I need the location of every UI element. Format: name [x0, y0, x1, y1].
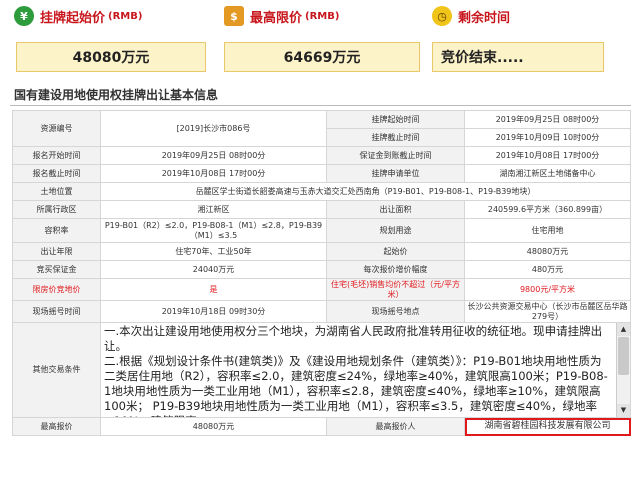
district-label: 所属行政区	[12, 200, 101, 219]
planned-use-value: 住宅用地	[464, 218, 631, 243]
reg-end-label: 报名截止时间	[12, 164, 101, 183]
planned-use-label: 规划用途	[326, 218, 465, 243]
district-value: 湘江新区	[100, 200, 327, 219]
coin-icon: ¥	[14, 6, 34, 26]
remaining-time-value: 竞价结束.....	[441, 50, 524, 66]
limited-price-label: 限房价竞地价	[12, 278, 101, 301]
area-value: 240599.6平方米（360.899亩）	[464, 200, 631, 219]
listing-end-time-value: 2019年10月09日 10时00分	[464, 128, 631, 147]
max-price-value: 64669万元	[283, 50, 361, 66]
highest-bidder-label: 最高报价人	[326, 417, 465, 436]
limited-price-value: 是	[100, 278, 327, 301]
max-price-unit: (RMB)	[305, 10, 340, 22]
start-price-label: 挂牌起始价	[40, 10, 106, 26]
money-stack-icon: $	[224, 6, 244, 26]
highest-bidder-value: 湖南省碧桂园科技发展有限公司	[464, 417, 631, 436]
location-value: 岳麓区学士街道长韶娄高速与玉赤大道交汇处西南角（P19-B01、P19-B08-…	[100, 182, 631, 201]
listing-end-time-label: 挂牌截止时间	[326, 128, 465, 147]
remaining-time-header: ◷ 剩余时间	[432, 6, 510, 26]
deposit-deadline-value: 2019年10月08日 17时00分	[464, 146, 631, 165]
start-price-row-label: 起始价	[326, 242, 465, 261]
highest-bid-label: 最高报价	[12, 417, 101, 436]
resource-no-label: 资源编号	[12, 110, 101, 147]
applicant-label: 挂牌申请单位	[326, 164, 465, 183]
section-title: 国有建设用地使用权挂牌出让基本信息	[14, 88, 219, 102]
start-price-value: 48080万元	[72, 50, 150, 66]
scroll-thumb[interactable]	[618, 337, 629, 375]
term-value: 住宅70年、工业50年	[100, 242, 327, 261]
draw-place-value: 长沙公共资源交易中心（长沙市岳麓区岳华路279号）	[464, 300, 631, 323]
far-label: 容积率	[12, 218, 101, 243]
reg-start-value: 2019年09月25日 08时00分	[100, 146, 327, 165]
draw-place-label: 现场摇号地点	[326, 300, 465, 323]
land-info-table: 资源编号 [2019]长沙市086号 挂牌起始时间 2019年09月25日 08…	[12, 110, 631, 436]
scroll-up-icon[interactable]: ▲	[617, 323, 630, 336]
other-terms-textarea[interactable]: 一.本次出让建设用地使用权分三个地块，为湖南省人民政府批准转用征收的统征地。现申…	[102, 324, 615, 417]
remaining-time-box: 竞价结束.....	[432, 42, 604, 72]
other-terms-cell: 一.本次出让建设用地使用权分三个地块，为湖南省人民政府批准转用征收的统征地。现申…	[100, 322, 631, 418]
increment-value: 480万元	[464, 260, 631, 279]
resource-no-value: [2019]长沙市086号	[100, 110, 327, 147]
house-price-cap-label: 住宅(毛坯)销售均价不超过（元/平方米）	[326, 278, 465, 301]
other-terms-scrollbar[interactable]: ▲ ▼	[616, 323, 630, 417]
start-price-unit: (RMB)	[108, 10, 143, 22]
area-label: 出让面积	[326, 200, 465, 219]
start-price-box: 48080万元	[16, 42, 206, 72]
draw-time-label: 现场摇号时间	[12, 300, 101, 323]
highest-bid-value: 48080万元	[100, 417, 327, 436]
reg-end-value: 2019年10月08日 17时00分	[100, 164, 327, 183]
start-price-header: ¥ 挂牌起始价 (RMB)	[14, 6, 142, 26]
applicant-value: 湖南湘江新区土地储备中心	[464, 164, 631, 183]
listing-start-time-value: 2019年09月25日 08时00分	[464, 110, 631, 129]
bond-value: 24040万元	[100, 260, 327, 279]
remaining-time-label: 剩余时间	[458, 10, 511, 26]
listing-start-time-label: 挂牌起始时间	[326, 110, 465, 129]
bond-label: 竞买保证金	[12, 260, 101, 279]
other-terms-label: 其他交易条件	[12, 322, 101, 418]
section-divider	[10, 105, 631, 106]
term-label: 出让年限	[12, 242, 101, 261]
location-label: 土地位置	[12, 182, 101, 201]
max-price-header: $ 最高限价 (RMB)	[224, 6, 339, 26]
far-value: P19-B01（R2）≤2.0，P19-B08-1（M1）≤2.8，P19-B3…	[100, 218, 327, 243]
deposit-deadline-label: 保证金到账截止时间	[326, 146, 465, 165]
timer-icon: ◷	[432, 6, 452, 26]
max-price-label: 最高限价	[250, 10, 303, 26]
scroll-down-icon[interactable]: ▼	[617, 404, 630, 417]
start-price-row-value: 48080万元	[464, 242, 631, 261]
increment-label: 每次报价增价幅度	[326, 260, 465, 279]
max-price-box: 64669万元	[224, 42, 420, 72]
draw-time-value: 2019年10月18日 09时30分	[100, 300, 327, 323]
reg-start-label: 报名开始时间	[12, 146, 101, 165]
house-price-cap-value: 9800元/平方米	[464, 278, 631, 301]
